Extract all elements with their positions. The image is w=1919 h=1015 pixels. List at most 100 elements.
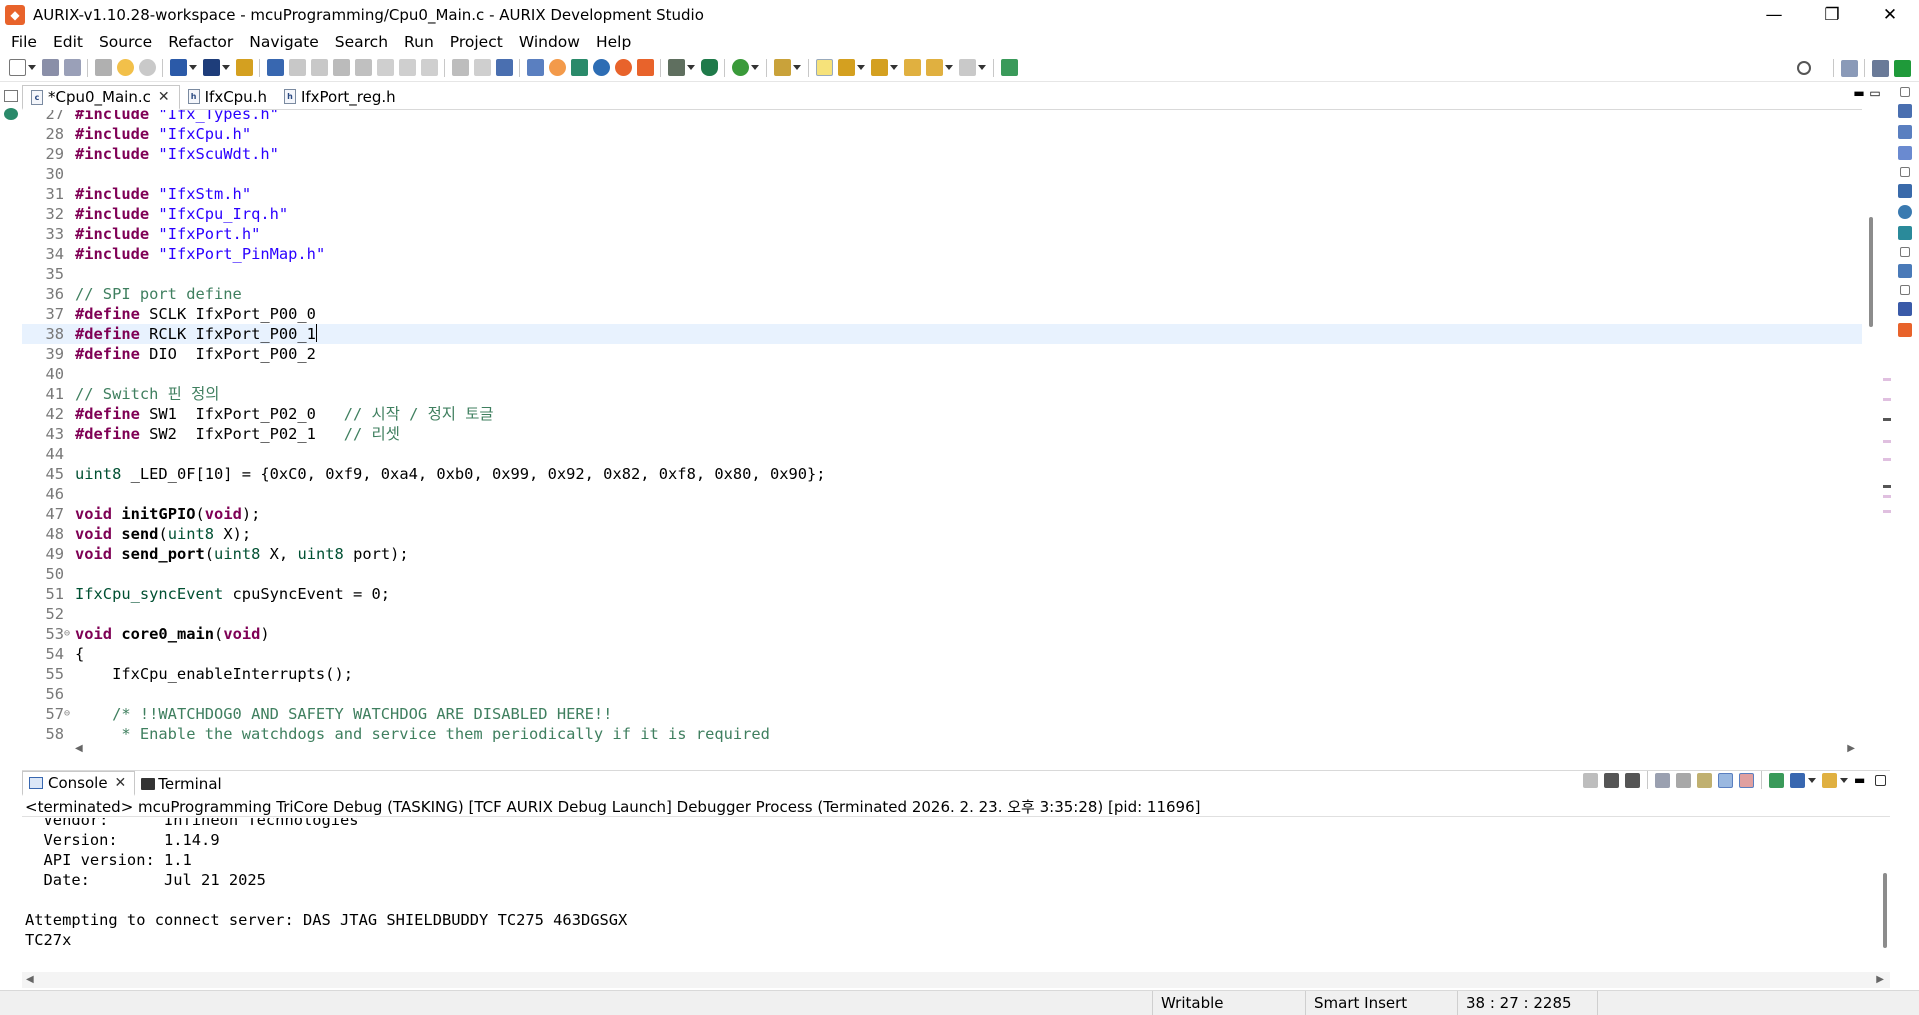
bug-icon[interactable] <box>4 108 18 120</box>
tasks-icon[interactable] <box>1898 146 1912 160</box>
overview-mark[interactable] <box>1883 458 1891 461</box>
maximize-editor-icon[interactable]: ▭ <box>1867 86 1883 100</box>
open-console-dropdown-icon[interactable] <box>1840 777 1848 783</box>
terminate-icon[interactable] <box>1583 772 1598 788</box>
plugin-view-icon[interactable] <box>1898 323 1912 337</box>
open-console-icon[interactable] <box>1822 772 1837 788</box>
pen-icon[interactable] <box>773 59 791 76</box>
code-area[interactable]: 27 #include "Ifx_Types.h" 28 #include "IfxC… <box>22 110 1862 744</box>
resume-icon[interactable] <box>288 59 306 76</box>
pin-console-icon[interactable] <box>1769 772 1784 788</box>
code-line[interactable]: 41 // Switch 핀 정의 <box>22 384 1862 404</box>
code-line[interactable]: 35 <box>22 264 1862 284</box>
code-line[interactable]: 49 void send_port(uint8 X, uint8 port); <box>22 544 1862 564</box>
restore-view-icon[interactable] <box>4 90 18 102</box>
highlight-icon[interactable] <box>815 59 833 76</box>
overview-mark[interactable] <box>1883 495 1891 498</box>
pen-dropdown-icon[interactable] <box>793 65 801 70</box>
back-dropdown-icon[interactable] <box>945 65 953 70</box>
drop-to-frame-icon[interactable] <box>473 59 491 76</box>
tab-ifxcpu-h[interactable]: h IfxCpu.h <box>180 84 276 109</box>
console-view-icon[interactable] <box>266 59 284 76</box>
code-line[interactable]: 37 #define SCLK IfxPort_P00_0 <box>22 304 1862 324</box>
code-line[interactable]: 45 uint8 _LED_0F[10] = {0xC0, 0xf9, 0xa4,… <box>22 464 1862 484</box>
target-icon[interactable] <box>570 59 588 76</box>
cc-perspective-icon[interactable] <box>1871 59 1889 77</box>
code-line[interactable]: 36 // SPI port define <box>22 284 1862 304</box>
step-into-icon[interactable] <box>376 59 394 76</box>
flash-dropdown-icon[interactable] <box>222 65 230 70</box>
scrollbar-thumb[interactable] <box>1869 217 1873 327</box>
code-line[interactable]: 54 { <box>22 644 1862 664</box>
restore-view-icon[interactable] <box>1900 87 1910 97</box>
code-line[interactable]: 55 IfxCpu_enableInterrupts(); <box>22 664 1862 684</box>
minimize-button[interactable]: — <box>1745 0 1803 29</box>
minimize-view-icon[interactable]: ▬ <box>1854 773 1869 788</box>
run-icon[interactable] <box>731 59 749 76</box>
code-line[interactable]: 43 #define SW2 IfxPort_P02_1 // 리셋 <box>22 424 1862 444</box>
code-line[interactable]: 50 <box>22 564 1862 584</box>
restore-view-icon[interactable] <box>1900 167 1910 177</box>
instruction-step-icon[interactable] <box>451 59 469 76</box>
minimize-editor-icon[interactable]: ▬ <box>1851 86 1867 100</box>
plugin-icon[interactable] <box>614 59 632 76</box>
code-line[interactable]: 42 #define SW1 IfxPort_P02_0 // 시작 / 정지 토… <box>22 404 1862 424</box>
prev-annotation-dropdown-icon[interactable] <box>890 65 898 70</box>
wrench-icon[interactable] <box>235 59 253 76</box>
suspend-icon[interactable] <box>310 59 328 76</box>
debug-dropdown-icon[interactable] <box>687 65 695 70</box>
close-icon[interactable]: ✕ <box>158 89 170 105</box>
overview-mark[interactable] <box>1883 510 1891 513</box>
code-line[interactable]: 46 <box>22 484 1862 504</box>
close-icon[interactable]: ✕ <box>115 775 127 791</box>
home-icon[interactable] <box>526 59 544 76</box>
build-icon[interactable] <box>94 59 112 76</box>
code-line[interactable]: 58 * Enable the watchdogs and service th… <box>22 724 1862 744</box>
remove-launch-icon[interactable] <box>1604 772 1619 788</box>
code-line[interactable]: 38 #define RCLK IfxPort_P00_1 <box>22 324 1862 344</box>
tab-console[interactable]: Console ✕ <box>22 771 136 796</box>
scroll-right-icon[interactable]: ▶ <box>1847 743 1855 754</box>
hierarchy-icon[interactable] <box>1898 125 1912 139</box>
registers-icon[interactable] <box>1898 264 1912 278</box>
code-line[interactable]: 39 #define DIO IfxPort_P00_2 <box>22 344 1862 364</box>
overview-mark[interactable] <box>1883 485 1891 488</box>
editor-horizontal-scrollbar[interactable]: ◀ ▶ <box>75 743 1855 757</box>
redo-icon[interactable] <box>138 59 156 76</box>
menu-window[interactable]: Window <box>511 33 588 51</box>
overview-mark[interactable] <box>1883 398 1891 401</box>
open-perspective-icon[interactable] <box>1840 59 1858 77</box>
scroll-left-icon[interactable]: ◀ <box>26 974 34 985</box>
save-icon[interactable] <box>41 59 59 76</box>
breakpoints-icon[interactable] <box>1898 205 1912 219</box>
last-edit-icon[interactable] <box>903 59 921 76</box>
back-icon[interactable] <box>925 59 943 76</box>
code-line[interactable]: 51 IfxCpu_syncEvent cpuSyncEvent = 0; <box>22 584 1862 604</box>
status-insert-mode[interactable]: Smart Insert <box>1305 991 1457 1015</box>
restore-view-icon[interactable] <box>1900 285 1910 295</box>
undo-icon[interactable] <box>116 59 134 76</box>
run-dropdown-icon[interactable] <box>751 65 759 70</box>
code-line[interactable]: 30 <box>22 164 1862 184</box>
code-line[interactable]: 33 #include "IfxPort.h" <box>22 224 1862 244</box>
help-icon[interactable] <box>592 59 610 76</box>
word-wrap-icon[interactable] <box>1697 772 1712 788</box>
chat-icon[interactable] <box>636 59 654 76</box>
menu-help[interactable]: Help <box>588 33 639 51</box>
new-icon[interactable] <box>8 59 26 76</box>
restore-button[interactable]: ❐ <box>1803 0 1861 29</box>
menu-run[interactable]: Run <box>396 33 442 51</box>
disconnect-icon[interactable] <box>354 59 372 76</box>
show-on-output-icon[interactable] <box>1718 772 1733 788</box>
scroll-left-icon[interactable]: ◀ <box>75 743 83 754</box>
expressions-icon[interactable] <box>1898 226 1912 240</box>
menu-refactor[interactable]: Refactor <box>160 33 241 51</box>
new-dropdown-icon[interactable] <box>28 65 36 70</box>
scroll-lock-icon[interactable] <box>1676 772 1691 788</box>
scroll-right-icon[interactable]: ▶ <box>1876 974 1884 985</box>
code-line[interactable]: 56 <box>22 684 1862 704</box>
restore-view-icon[interactable] <box>1900 247 1910 257</box>
scrollbar-thumb[interactable] <box>1883 873 1887 948</box>
code-line[interactable]: 52 <box>22 604 1862 624</box>
save-all-icon[interactable] <box>63 59 81 76</box>
